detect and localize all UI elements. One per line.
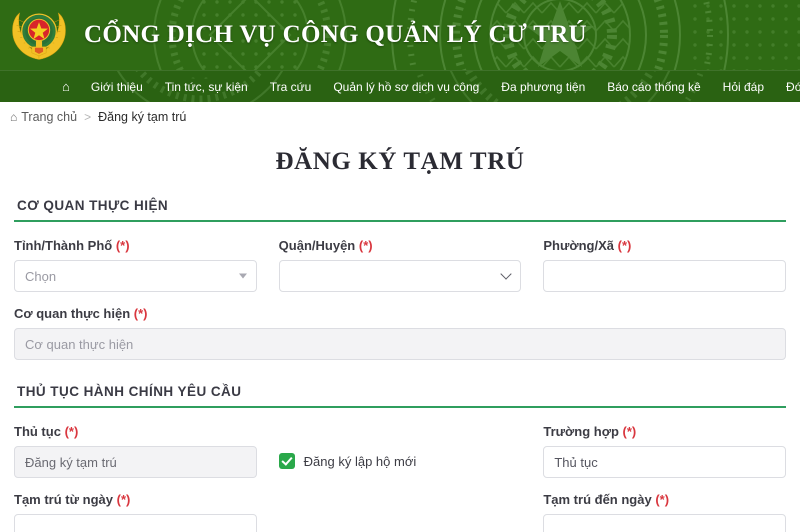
date-from-input[interactable] <box>14 514 257 532</box>
procedure-input[interactable] <box>14 446 257 478</box>
breadcrumb-separator: > <box>84 109 92 124</box>
label-ward: Phường/Xã (*) <box>543 238 786 253</box>
label-procedure-text: Thủ tục <box>14 424 61 439</box>
site-title: CỔNG DỊCH VỤ CÔNG QUẢN LÝ CƯ TRÚ <box>84 21 587 48</box>
field-province: Tỉnh/Thành Phố (*) Chọn <box>14 238 257 292</box>
agency-input[interactable] <box>14 328 786 360</box>
label-procedure: Thủ tục (*) <box>14 424 257 439</box>
nav-item-tin-tuc[interactable]: Tin tức, sự kiện <box>154 71 259 102</box>
chevron-down-icon <box>500 268 513 280</box>
nav-list: ⌂ Giới thiệu Tin tức, sự kiện Tra cứu Qu… <box>0 71 800 102</box>
label-date-to: Tạm trú đến ngày (*) <box>543 492 786 507</box>
required-mark: (*) <box>116 492 131 507</box>
required-mark: (*) <box>358 238 373 253</box>
breadcrumb-current: Đăng ký tạm trú <box>98 109 187 124</box>
label-date-from-text: Tạm trú từ ngày <box>14 492 113 507</box>
required-mark: (*) <box>115 238 130 253</box>
required-mark: (*) <box>133 306 148 321</box>
home-icon: ⌂ <box>10 109 18 124</box>
label-case-text: Trường hợp <box>543 424 619 439</box>
required-mark: (*) <box>622 424 637 439</box>
site-header: CỔNG DỊCH VỤ CÔNG QUẢN LÝ CƯ TRÚ <box>0 0 800 70</box>
label-district: Quận/Huyện (*) <box>279 238 522 253</box>
nav-item-bao-cao-thong-ke[interactable]: Báo cáo thống kê <box>596 71 711 102</box>
new-household-checkbox-row[interactable]: Đăng ký lập hộ mới <box>278 445 522 477</box>
nav-item-gioi-thieu[interactable]: Giới thiệu <box>80 71 154 102</box>
district-select[interactable] <box>278 260 522 292</box>
field-case: Trường hợp (*) <box>543 424 787 478</box>
required-mark: (*) <box>64 424 79 439</box>
required-mark: (*) <box>655 492 670 507</box>
label-province-text: Tỉnh/Thành Phố <box>14 238 113 253</box>
label-date-to-text: Tạm trú đến ngày <box>543 492 652 507</box>
page-title: ĐĂNG KÝ TẠM TRÚ <box>275 148 525 175</box>
nav-item-da-phuong-tien[interactable]: Đa phương tiện <box>490 71 596 102</box>
nav-item-hoi-dap[interactable]: Hỏi đáp <box>712 71 775 102</box>
required-mark: (*) <box>617 238 632 253</box>
field-date-spacer <box>279 492 522 532</box>
section-title-agency: CƠ QUAN THỰC HIỆN <box>14 188 786 222</box>
breadcrumb-home[interactable]: ⌂ Trang chủ <box>10 110 77 124</box>
ward-select[interactable] <box>543 260 787 292</box>
nav-item-quan-ly-ho-so[interactable]: Quản lý hồ sơ dịch vụ công <box>322 71 490 102</box>
field-new-household: Đăng ký lập hộ mới <box>278 424 522 478</box>
checkbox-checked-icon[interactable] <box>278 453 295 469</box>
label-agency: Cơ quan thực hiện (*) <box>14 306 786 321</box>
case-input[interactable] <box>543 446 787 478</box>
emblem-icon <box>8 7 70 63</box>
field-ward: Phường/Xã (*) <box>543 238 787 292</box>
label-district-text: Quận/Huyện <box>278 238 356 253</box>
field-date-to: Tạm trú đến ngày (*) <box>543 492 787 532</box>
nav-item-dong-gop-y-kien[interactable]: Đóng góp ý kiến <box>775 71 800 102</box>
home-icon: ⌂ <box>62 78 70 94</box>
form-row-procedure: Thủ tục (*) Đăng ký lập hộ mới Trường hợ… <box>14 424 787 478</box>
date-to-input[interactable] <box>543 514 787 532</box>
breadcrumb-home-label: Trang chủ <box>21 109 78 124</box>
label-date-from: Tạm trú từ ngày (*) <box>14 492 257 507</box>
field-agency: Cơ quan thực hiện (*) <box>14 306 786 360</box>
nav-item-home[interactable]: ⌂ <box>58 71 80 102</box>
province-select[interactable]: Chọn <box>14 260 257 292</box>
chevron-down-icon <box>238 273 247 279</box>
label-province: Tỉnh/Thành Phố (*) <box>14 238 257 253</box>
province-select-value: Chọn <box>25 268 57 284</box>
new-household-label: Đăng ký lập hộ mới <box>303 453 417 469</box>
form-row-agency: Cơ quan thực hiện (*) <box>14 306 786 360</box>
section-title-procedure: THỦ TỤC HÀNH CHÍNH YÊU CẦU <box>14 374 786 408</box>
label-agency-text: Cơ quan thực hiện <box>14 306 131 321</box>
field-district: Quận/Huyện (*) <box>278 238 522 292</box>
form-content: CƠ QUAN THỰC HIỆN Tỉnh/Thành Phố (*) Chọ… <box>0 188 800 532</box>
field-date-from: Tạm trú từ ngày (*) <box>14 492 257 532</box>
field-procedure: Thủ tục (*) <box>14 424 257 478</box>
nav-item-tra-cuu[interactable]: Tra cứu <box>259 71 323 102</box>
main-navigation: ⌂ Giới thiệu Tin tức, sự kiện Tra cứu Qu… <box>0 70 800 102</box>
form-row-location: Tỉnh/Thành Phố (*) Chọn Quận/Huyện (*) P… <box>14 238 787 292</box>
label-case: Trường hợp (*) <box>543 424 786 439</box>
label-ward-text: Phường/Xã <box>543 238 615 253</box>
breadcrumb: ⌂ Trang chủ > Đăng ký tạm trú <box>0 102 800 132</box>
form-row-dates: Tạm trú từ ngày (*) Tạm trú đến ngày (*) <box>14 492 787 532</box>
